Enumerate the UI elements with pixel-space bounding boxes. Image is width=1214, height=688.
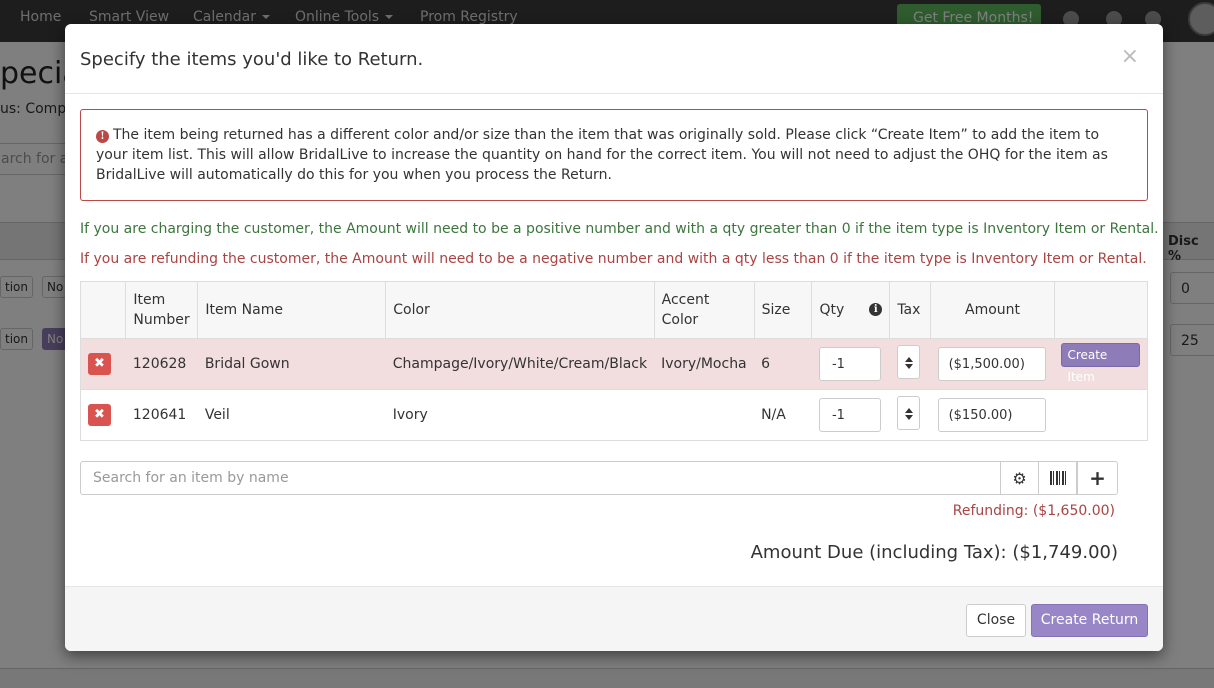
return-items-table: Item Number Item Name Color Accent Color…: [79, 281, 1149, 441]
accent-color-cell: [654, 389, 755, 441]
header-amount: Amount: [930, 281, 1055, 339]
charging-note: If you are charging the customer, the Am…: [80, 221, 1159, 237]
header-item-name: Item Name: [197, 281, 387, 339]
action-cell: [1054, 389, 1149, 441]
amount-input[interactable]: ($1,500.00): [937, 347, 1046, 381]
modal-header: Specify the items you'd like to Return. …: [65, 24, 1163, 94]
refunding-note: If you are refunding the customer, the A…: [80, 251, 1147, 267]
close-icon[interactable]: ×: [1121, 46, 1139, 68]
return-items-modal: Specify the items you'd like to Return. …: [65, 24, 1163, 651]
header-action: [1053, 281, 1149, 339]
amount-due: Amount Due (including Tax): ($1,749.00): [750, 542, 1118, 563]
qty-cell: -1: [811, 338, 890, 390]
color-cell: Ivory: [385, 389, 655, 441]
exclamation-circle-icon: !: [96, 130, 109, 143]
close-button[interactable]: Close: [966, 604, 1026, 637]
alert-box: ! The item being returned has a different…: [80, 109, 1148, 201]
header-accent-color: Accent Color: [653, 281, 755, 339]
sort-down-icon: [904, 415, 913, 420]
table-row: ✖ 120628 Bridal Gown Champage/Ivory/Whit…: [79, 338, 1149, 390]
header-qty: Qty i: [811, 281, 891, 339]
item-name-cell: Bridal Gown: [197, 338, 386, 390]
info-icon[interactable]: i: [869, 303, 883, 316]
header-tax: Tax: [889, 281, 932, 339]
gear-icon[interactable]: ⚙: [1000, 461, 1039, 495]
header-item-number: Item Number: [125, 281, 199, 339]
size-cell: 6: [754, 338, 812, 390]
plus-icon[interactable]: +: [1077, 461, 1118, 495]
action-cell: Create Item: [1054, 338, 1149, 390]
refunding-total: Refunding: ($1,650.00): [952, 503, 1115, 519]
table-row: ✖ 120641 Veil Ivory N/A -1 ($150.00): [79, 389, 1149, 441]
item-search-input[interactable]: Search for an item by name: [80, 461, 1001, 495]
barcode-icon[interactable]: [1038, 461, 1077, 495]
item-number-cell: 120628: [125, 338, 198, 390]
tax-cell: [889, 338, 931, 390]
qty-input[interactable]: -1: [818, 347, 881, 381]
size-cell: N/A: [754, 389, 812, 441]
sort-up-icon: [904, 408, 913, 413]
sort-up-icon: [904, 357, 913, 362]
tax-select[interactable]: [896, 345, 920, 379]
modal-footer: Close Create Return: [65, 586, 1163, 651]
create-item-button[interactable]: Create Item: [1061, 343, 1140, 384]
barcode-glyph: [1049, 471, 1066, 485]
modal-title: Specify the items you'd like to Return.: [80, 49, 424, 70]
qty-input[interactable]: -1: [818, 398, 881, 432]
item-number-cell: 120641: [125, 389, 198, 441]
item-name-cell: Veil: [197, 389, 386, 441]
header-qty-label: Qty: [819, 302, 845, 318]
alert-text: The item being returned has a different …: [96, 127, 1108, 183]
table-header-row: Item Number Item Name Color Accent Color…: [79, 281, 1149, 339]
tax-cell: [889, 389, 931, 441]
header-color: Color: [385, 281, 655, 339]
delete-cell: ✖: [79, 389, 126, 441]
amount-cell: ($1,500.00): [930, 338, 1055, 390]
delete-row-button[interactable]: ✖: [88, 404, 111, 426]
header-size: Size: [753, 281, 813, 339]
delete-cell: ✖: [79, 338, 126, 390]
accent-color-cell: Ivory/Mocha: [654, 338, 755, 390]
amount-input[interactable]: ($150.00): [937, 398, 1046, 432]
color-cell: Champage/Ivory/White/Cream/Black: [385, 338, 655, 390]
header-delete: [79, 281, 127, 339]
delete-row-button[interactable]: ✖: [88, 353, 111, 375]
create-return-button[interactable]: Create Return: [1031, 604, 1148, 637]
tax-select[interactable]: [896, 396, 920, 430]
sort-down-icon: [904, 364, 913, 369]
qty-cell: -1: [811, 389, 890, 441]
amount-cell: ($150.00): [930, 389, 1055, 441]
